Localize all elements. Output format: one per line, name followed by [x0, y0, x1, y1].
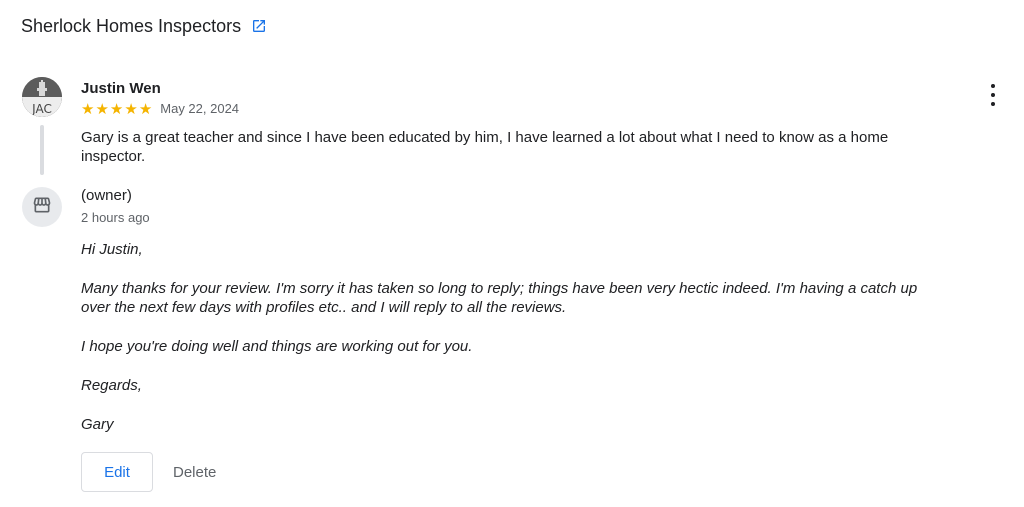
star-icon: ★: [95, 100, 109, 118]
rating-row: ★ ★ ★ ★ ★ May 22, 2024: [81, 101, 239, 117]
reply-paragraph: Hi Justin,: [81, 241, 143, 258]
star-icon: ★: [109, 100, 124, 118]
thread-connector: [40, 125, 44, 175]
star-icon: ★: [138, 100, 153, 118]
more-vert-icon-dot: [991, 102, 995, 106]
reply-paragraph: I hope you're doing well and things are …: [81, 338, 473, 355]
more-vert-icon-dot: [991, 93, 995, 97]
avatar-initials: JAC: [31, 102, 52, 116]
more-options-button[interactable]: [983, 84, 1003, 106]
owner-reply: Hi Justin, Many thanks for your review. …: [81, 240, 941, 454]
review-text: Gary is a great teacher and since I have…: [81, 129, 889, 165]
reply-time: 2 hours ago: [81, 210, 150, 225]
star-rating: ★ ★ ★ ★ ★: [81, 101, 152, 117]
reply-paragraph: Regards,: [81, 377, 142, 394]
owner-avatar: [22, 187, 62, 227]
star-icon: ★: [124, 100, 138, 118]
page-header: Sherlock Homes Inspectors: [21, 14, 267, 38]
reply-paragraph: Gary: [81, 416, 114, 433]
reviewer-avatar[interactable]: JAC: [22, 77, 62, 117]
star-icon: ★: [81, 100, 95, 118]
more-vert-icon-dot: [991, 84, 995, 88]
external-link-icon[interactable]: [251, 18, 267, 34]
business-name: Sherlock Homes Inspectors: [21, 16, 242, 36]
storefront-icon: [32, 195, 52, 220]
reply-actions: Edit Delete: [81, 452, 216, 492]
reply-paragraph: Many thanks for your review. I'm sorry i…: [81, 280, 918, 316]
delete-button[interactable]: Delete: [173, 464, 216, 481]
edit-button[interactable]: Edit: [81, 452, 153, 492]
reviewer-name[interactable]: Justin Wen: [81, 80, 161, 98]
review-date: May 22, 2024: [160, 101, 240, 116]
owner-label: (owner): [81, 187, 132, 204]
